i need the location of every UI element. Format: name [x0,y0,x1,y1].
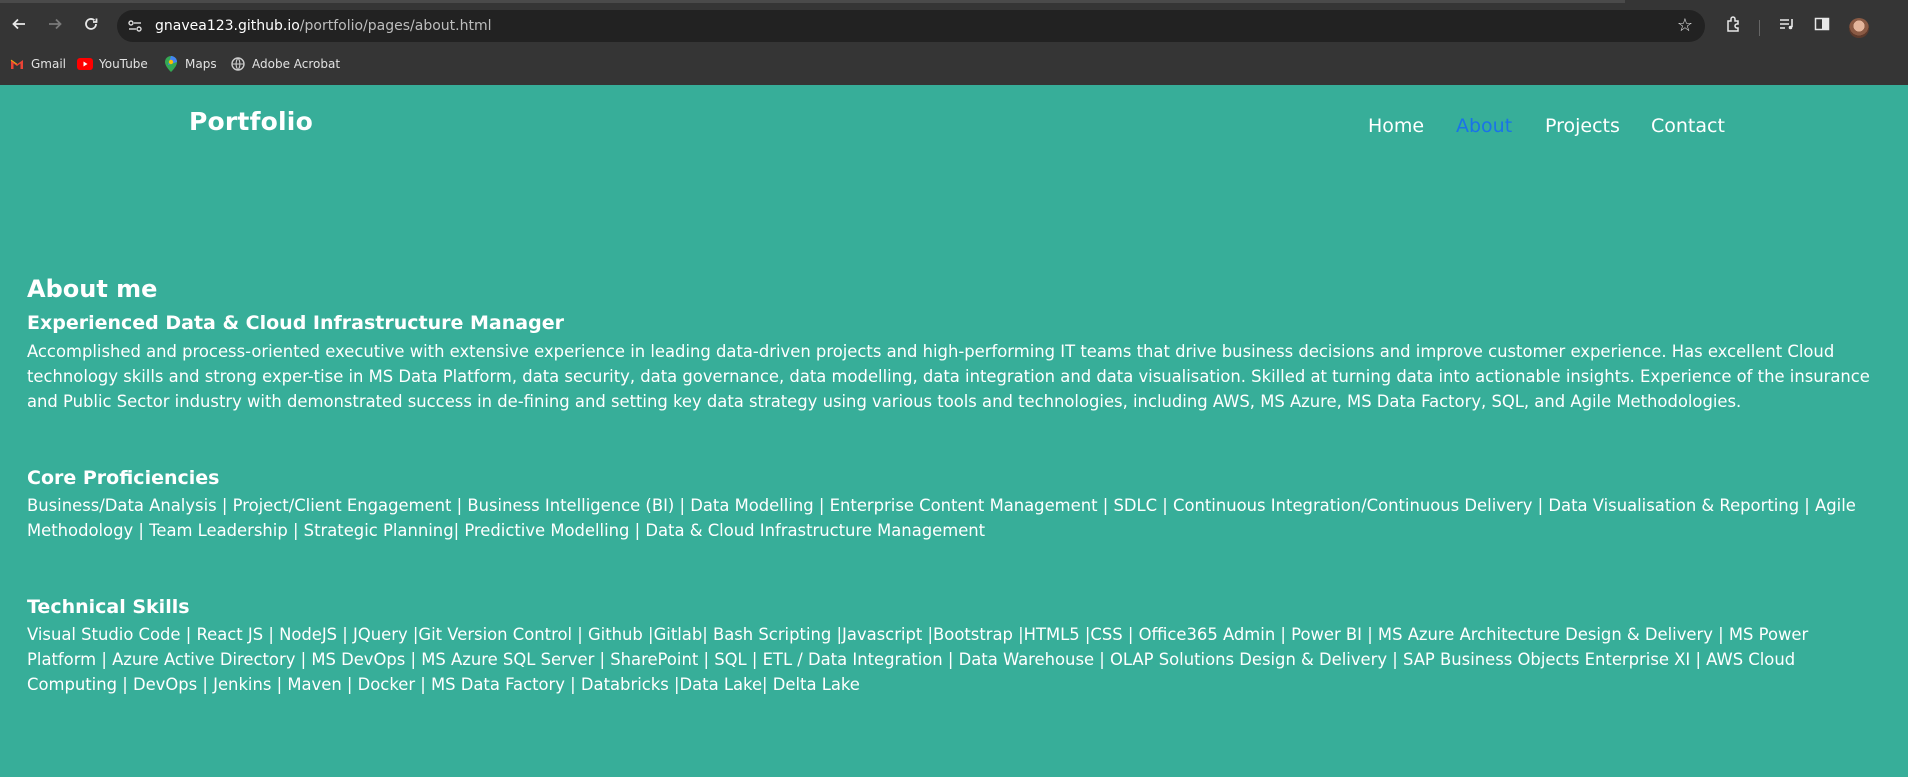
role-heading: Experienced Data & Cloud Infrastructure … [27,312,564,334]
bookmark-maps[interactable]: Maps [163,54,217,74]
browser-toolbar: gnavea123.github.io/portfolio/pages/abou… [0,6,1908,46]
tab-strip-edge [0,0,1625,3]
site-settings-icon[interactable] [127,18,143,34]
forward-button[interactable] [41,12,69,40]
summary-paragraph: Accomplished and process-oriented execut… [27,342,1870,411]
bookmark-star-icon[interactable]: ☆ [1677,15,1693,36]
nav-link-home[interactable]: Home [1368,115,1424,137]
arrow-right-icon [47,16,63,36]
bookmark-label: Gmail [31,57,67,71]
bookmark-label: Adobe Acrobat [252,57,341,71]
media-controls-button[interactable] [1773,12,1801,40]
core-proficiencies-text: Business/Data Analysis | Project/Client … [27,496,1856,540]
technical-skills-text: Visual Studio Code | React JS | NodeJS |… [27,625,1809,694]
gmail-icon [9,56,25,72]
youtube-icon [77,56,93,72]
url-text[interactable]: gnavea123.github.io/portfolio/pages/abou… [155,10,491,42]
url-path: /portfolio/pages/about.html [299,18,492,34]
technical-skills-heading: Technical Skills [27,596,190,618]
url-host: gnavea123.github.io [155,18,300,34]
reload-button[interactable] [77,12,105,40]
extensions-button[interactable] [1720,12,1748,40]
back-button[interactable] [5,12,33,40]
site-nav: Home About Projects Contact [0,115,1908,141]
address-bar[interactable]: gnavea123.github.io/portfolio/pages/abou… [117,10,1705,42]
side-panel-button[interactable] [1808,12,1836,40]
about-heading: About me [27,275,158,303]
bookmark-gmail[interactable]: Gmail [9,54,66,74]
bookmark-label: YouTube [99,57,148,71]
puzzle-icon [1725,15,1743,37]
bookmarks-bar: Gmail YouTube Maps Adobe Acrobat [0,52,1908,76]
bookmark-youtube[interactable]: YouTube [77,54,148,74]
profile-avatar[interactable] [1849,18,1869,38]
bookmark-adobe-acrobat[interactable]: Adobe Acrobat [230,54,340,74]
arrow-left-icon [11,16,27,36]
nav-link-contact[interactable]: Contact [1651,115,1725,137]
toolbar-divider [1759,20,1760,36]
core-proficiencies-heading: Core Proficiencies [27,467,220,489]
side-panel-icon [1813,15,1831,37]
web-page: Portfolio Home About Projects Contact Ab… [0,85,1908,777]
bookmark-label: Maps [185,57,217,71]
maps-icon [163,56,179,72]
globe-icon [230,56,246,72]
playlist-icon [1778,15,1796,37]
browser-chrome: gnavea123.github.io/portfolio/pages/abou… [0,0,1908,85]
nav-link-projects[interactable]: Projects [1545,115,1620,137]
reload-icon [83,16,99,36]
nav-link-about[interactable]: About [1456,115,1512,137]
